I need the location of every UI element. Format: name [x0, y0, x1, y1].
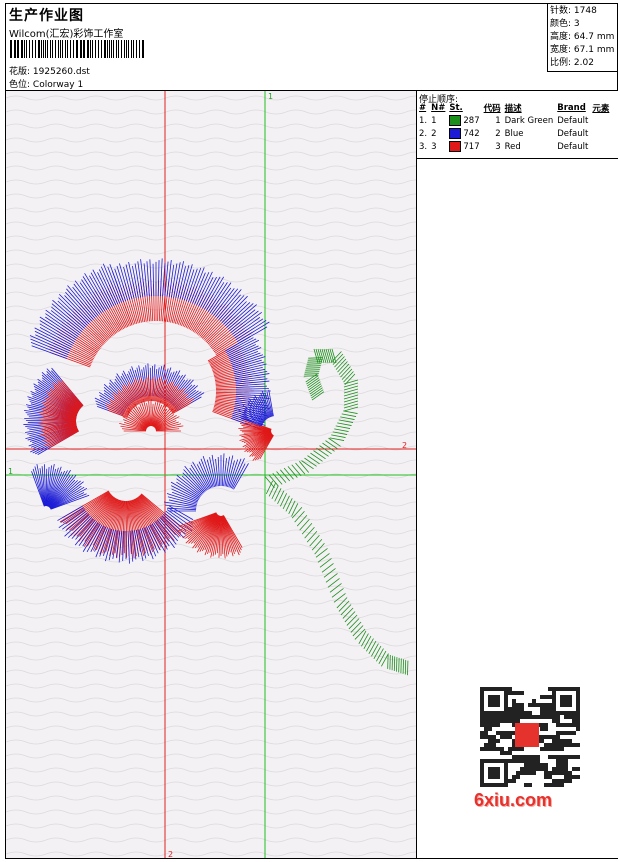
color-swatch [449, 115, 461, 126]
page-title: 生产作业图 [9, 5, 84, 25]
pattern-value: 1925260.dst [33, 67, 90, 77]
qr-code-icon [470, 685, 580, 805]
stat-stitches: 针数: 1748 [550, 5, 617, 18]
table-row: 1. 1 287 1 Dark Green Default [417, 114, 611, 127]
header: 生产作业图 Wilcom(汇宏)彩饰工作室 花版: 1925260.dst 色位… [6, 4, 617, 91]
col-index: # [417, 102, 429, 114]
guide-label-green-v: 1 [268, 92, 273, 101]
stat-height: 高度: 64.7 mm [550, 31, 617, 44]
watermark-site: 6xiu.com [474, 790, 552, 811]
guide-label-green-h: 1 [8, 467, 13, 476]
color-swatch [449, 128, 461, 139]
table-row: 3. 3 717 3 Red Default [417, 140, 611, 153]
guide-label-red-v: 2 [168, 850, 173, 858]
stat-width: 宽度: 67.1 mm [550, 44, 617, 57]
pattern-label: 花版: [9, 67, 30, 77]
stat-scale: 比例: 2.02 [550, 57, 617, 70]
col-desc: 描述 [503, 102, 556, 114]
guide-label-red-h: 2 [402, 441, 407, 450]
color-table: # N# St. 代码 描述 Brand 元素 1. 1 287 1 Dark … [417, 102, 611, 153]
company-name: Wilcom(汇宏)彩饰工作室 [9, 25, 123, 40]
col-element: 元素 [590, 102, 611, 114]
colorway-label: 色位: [9, 80, 30, 90]
design-canvas: 1 1 2 2 [6, 91, 416, 858]
pattern-info: 花版: 1925260.dst [9, 64, 90, 77]
barcode-icon [10, 40, 146, 58]
table-row: 2. 2 742 2 Blue Default [417, 127, 611, 140]
colorway-value: Colorway 1 [33, 80, 83, 90]
color-swatch [449, 141, 461, 152]
colorway-info: 色位: Colorway 1 [9, 77, 83, 90]
col-code: 代码 [482, 102, 503, 114]
design-svg: 1 1 2 2 [6, 91, 416, 858]
color-table-header: # N# St. 代码 描述 Brand 元素 [417, 102, 611, 114]
stats-panel: 针数: 1748 颜色: 3 高度: 64.7 mm 宽度: 67.1 mm 比… [547, 4, 617, 72]
divider [417, 158, 618, 159]
col-n: N# [429, 102, 447, 114]
stat-colors: 颜色: 3 [550, 18, 617, 31]
col-stitches: St. [447, 102, 481, 114]
col-brand: Brand [555, 102, 590, 114]
